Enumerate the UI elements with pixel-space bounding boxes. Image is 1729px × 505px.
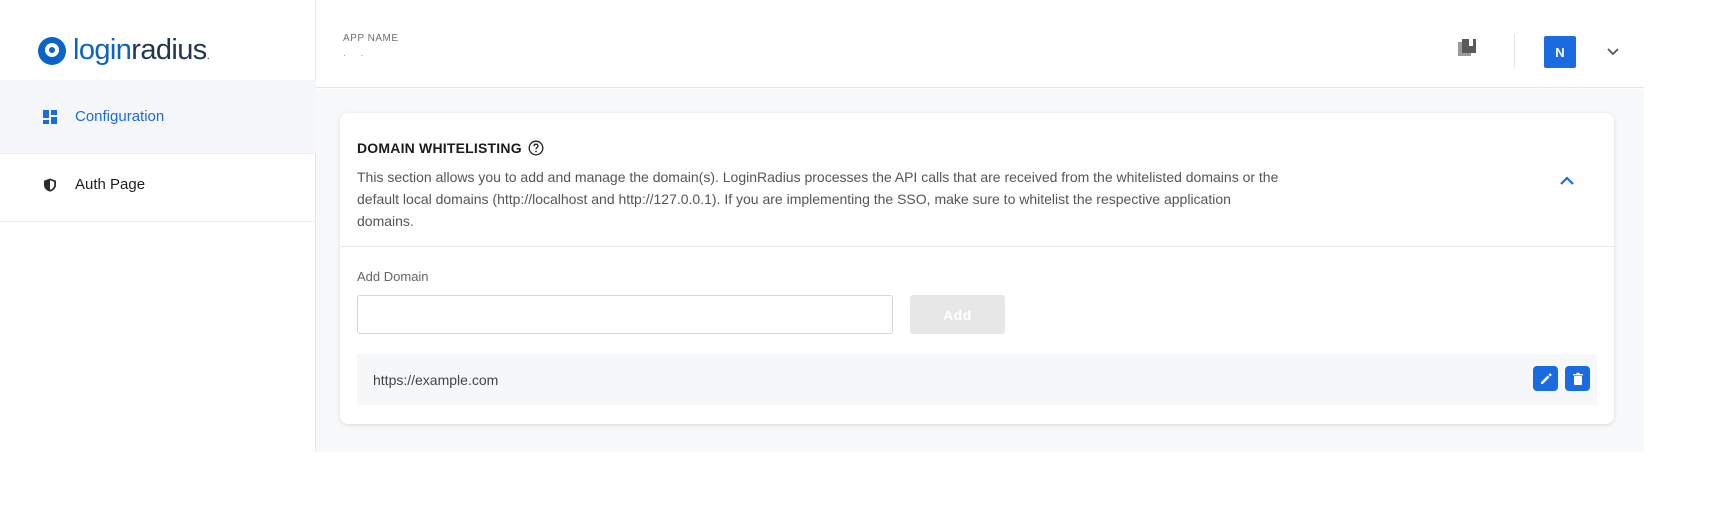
dashboard-icon: [43, 109, 57, 124]
avatar[interactable]: N: [1544, 36, 1576, 68]
chevron-down-icon[interactable]: [1605, 43, 1621, 59]
header-divider: [1514, 34, 1515, 67]
card-header: DOMAIN WHITELISTING This section allows …: [340, 113, 1614, 247]
logo-mark-icon: [38, 36, 66, 65]
library-icon[interactable]: [1457, 38, 1477, 58]
domain-url: https://example.com: [373, 371, 499, 388]
loginradius-logo[interactable]: loginradius.: [38, 34, 210, 66]
chevron-up-icon[interactable]: [1557, 171, 1577, 191]
card-description: This section allows you to add and manag…: [357, 169, 1279, 229]
add-domain-label: Add Domain: [357, 269, 429, 284]
delete-domain-button[interactable]: [1565, 366, 1590, 391]
app-name-value: . .: [343, 48, 370, 59]
edit-domain-button[interactable]: [1533, 366, 1558, 391]
sidebar-item-label: Configuration: [75, 108, 165, 125]
sidebar-item-configuration[interactable]: Configuration: [0, 80, 316, 154]
card-title: DOMAIN WHITELISTING: [357, 140, 544, 156]
sidebar: loginradius. Configuration Auth Page: [0, 0, 316, 452]
app-name-label: APP NAME: [343, 33, 399, 44]
main-content: DOMAIN WHITELISTING This section allows …: [316, 89, 1644, 452]
add-domain-input[interactable]: [357, 295, 893, 334]
top-header: APP NAME . . N: [316, 0, 1644, 88]
sidebar-item-auth-page[interactable]: Auth Page: [0, 148, 316, 222]
trash-icon: [1572, 372, 1583, 385]
list-item: https://example.com: [357, 354, 1597, 405]
logo-text: loginradius.: [73, 34, 210, 66]
help-icon[interactable]: [528, 140, 544, 156]
pencil-icon: [1540, 372, 1552, 384]
domain-whitelisting-card: DOMAIN WHITELISTING This section allows …: [340, 113, 1614, 424]
add-domain-button[interactable]: Add: [910, 295, 1005, 334]
sidebar-item-label: Auth Page: [75, 176, 146, 193]
card-title-text: DOMAIN WHITELISTING: [357, 140, 522, 156]
shield-icon: [44, 178, 56, 192]
